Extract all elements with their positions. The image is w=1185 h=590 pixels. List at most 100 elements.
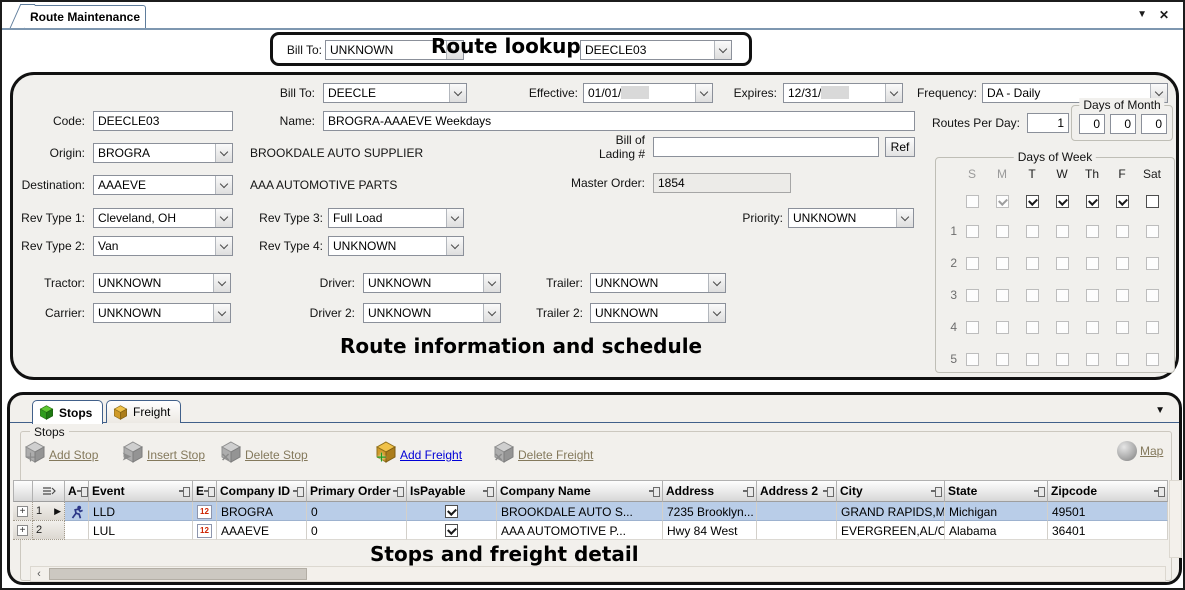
cell-company-id[interactable]: BROGRA (217, 502, 307, 521)
header-address[interactable]: Address (663, 480, 757, 502)
tab-stops[interactable]: Stops (32, 400, 103, 424)
cell-ispayable[interactable] (407, 521, 497, 540)
horizontal-scrollbar[interactable]: ‹ (30, 566, 1166, 582)
carrier-dropdown-button[interactable] (213, 304, 230, 322)
rev-type-4-combo[interactable]: UNKNOWN (328, 236, 464, 256)
bill-to-dropdown-button[interactable] (449, 84, 466, 102)
header-a[interactable]: A (65, 480, 89, 502)
name-input[interactable]: BROGRA-AAAEVE Weekdays (323, 111, 915, 131)
header-state[interactable]: State (945, 480, 1048, 502)
cell-state[interactable]: Michigan (945, 502, 1048, 521)
cell-ispayable[interactable] (407, 502, 497, 521)
effective-combo[interactable]: 01/01/ (583, 83, 713, 103)
row-expand-cell[interactable]: + (13, 502, 33, 521)
cell-e[interactable]: 12 (193, 502, 217, 521)
driver2-dropdown-button[interactable] (483, 304, 500, 322)
cell-event[interactable]: LUL (89, 521, 193, 540)
day-checkbox[interactable] (1086, 195, 1099, 208)
cell-zipcode[interactable]: 36401 (1048, 521, 1168, 540)
tractor-dropdown-button[interactable] (213, 274, 230, 292)
cell-city[interactable]: EVERGREEN,AL/CON (837, 521, 945, 540)
header-e[interactable]: E (193, 480, 217, 502)
header-company-name[interactable]: Company Name (497, 480, 663, 502)
row-selector-cell[interactable]: 1▶ (33, 502, 65, 521)
cell-address2[interactable] (757, 502, 837, 521)
row-selector-cell[interactable]: 2 (33, 521, 65, 540)
cell-primary-order[interactable]: 0 (307, 502, 407, 521)
header-row-selector[interactable] (33, 480, 65, 502)
ispayable-checkbox[interactable] (445, 524, 458, 537)
priority-dropdown-button[interactable] (896, 209, 913, 227)
tab-freight[interactable]: Freight (106, 400, 181, 423)
ref-button[interactable]: Ref (885, 137, 915, 157)
header-expand-column[interactable] (13, 480, 33, 502)
code-input[interactable]: DEECLE03 (93, 111, 233, 131)
rev-type-1-combo[interactable]: Cleveland, OH (93, 208, 233, 228)
destination-dropdown-button[interactable] (215, 176, 232, 194)
add-stop-button[interactable]: ＋ Add Stop (24, 441, 98, 468)
destination-combo[interactable]: AAAEVE (93, 175, 233, 195)
header-event[interactable]: Event (89, 480, 193, 502)
trailer2-combo[interactable]: UNKNOWN (590, 303, 726, 323)
days-of-month-input-3[interactable]: 0 (1141, 114, 1167, 134)
driver-dropdown-button[interactable] (483, 274, 500, 292)
insert-stop-button[interactable]: ➤ Insert Stop (122, 441, 205, 468)
ispayable-checkbox[interactable] (445, 505, 458, 518)
tractor-combo[interactable]: UNKNOWN (93, 273, 231, 293)
rev-type-3-combo[interactable]: Full Load (328, 208, 464, 228)
day-checkbox[interactable] (1026, 195, 1039, 208)
header-primary-order[interactable]: Primary Order (307, 480, 407, 502)
delete-freight-button[interactable]: ✕ Delete Freight (493, 441, 593, 468)
trailer2-dropdown-button[interactable] (708, 304, 725, 322)
trailer-dropdown-button[interactable] (708, 274, 725, 292)
bill-of-lading-input[interactable] (653, 137, 879, 157)
expires-combo[interactable]: 12/31/ (783, 83, 903, 103)
header-company-id[interactable]: Company ID (217, 480, 307, 502)
cell-a[interactable] (65, 521, 89, 540)
table-row[interactable]: + 1▶ LLD 12 BROGRA 0 BROOKDALE AUTO S...… (13, 502, 1168, 521)
routes-per-day-input[interactable]: 1 (1027, 113, 1069, 133)
rev-type-1-dropdown-button[interactable] (215, 209, 232, 227)
lookup-route-combo[interactable]: DEECLE03 (580, 40, 732, 60)
cell-primary-order[interactable]: 0 (307, 521, 407, 540)
scrollbar-thumb[interactable] (49, 568, 307, 580)
scroll-left-button[interactable]: ‹ (31, 567, 47, 581)
header-zipcode[interactable]: Zipcode (1048, 480, 1168, 502)
cell-company-name[interactable]: BROOKDALE AUTO S... (497, 502, 663, 521)
day-checkbox[interactable] (1056, 195, 1069, 208)
day-checkbox[interactable] (1146, 195, 1159, 208)
cell-address[interactable]: 7235 Brooklyn... (663, 502, 757, 521)
days-of-month-input-1[interactable]: 0 (1079, 114, 1105, 134)
cell-state[interactable]: Alabama (945, 521, 1048, 540)
carrier-combo[interactable]: UNKNOWN (93, 303, 231, 323)
day-checkbox[interactable] (1116, 195, 1129, 208)
header-ispayable[interactable]: IsPayable (407, 480, 497, 502)
add-freight-button[interactable]: ＋ Add Freight (375, 441, 462, 468)
origin-dropdown-button[interactable] (215, 144, 232, 162)
window-close-icon[interactable]: ✕ (1159, 8, 1169, 22)
rev-type-2-dropdown-button[interactable] (215, 237, 232, 255)
driver-combo[interactable]: UNKNOWN (363, 273, 501, 293)
expand-plus-icon[interactable]: + (17, 525, 28, 536)
cell-a[interactable] (65, 502, 89, 521)
cell-company-id[interactable]: AAAEVE (217, 521, 307, 540)
effective-dropdown-button[interactable] (695, 84, 712, 102)
cell-event[interactable]: LLD (89, 502, 193, 521)
cell-address2[interactable] (757, 521, 837, 540)
cell-e[interactable]: 12 (193, 521, 217, 540)
priority-combo[interactable]: UNKNOWN (788, 208, 914, 228)
trailer-combo[interactable]: UNKNOWN (590, 273, 726, 293)
rev-type-4-dropdown-button[interactable] (446, 237, 463, 255)
window-collapse-icon[interactable]: ▼ (1137, 8, 1147, 22)
grid-vertical-scrollbar[interactable] (1169, 480, 1182, 558)
map-button[interactable]: Map (1117, 441, 1163, 461)
row-expand-cell[interactable]: + (13, 521, 33, 540)
days-of-month-input-2[interactable]: 0 (1110, 114, 1136, 134)
lookup-route-dropdown-button[interactable] (714, 41, 731, 59)
expand-plus-icon[interactable]: + (17, 506, 28, 517)
cell-address[interactable]: Hwy 84 West (663, 521, 757, 540)
driver2-combo[interactable]: UNKNOWN (363, 303, 501, 323)
cell-city[interactable]: GRAND RAPIDS,MI/ (837, 502, 945, 521)
tab-route-maintenance[interactable]: Route Maintenance (24, 5, 146, 28)
cell-zipcode[interactable]: 49501 (1048, 502, 1168, 521)
